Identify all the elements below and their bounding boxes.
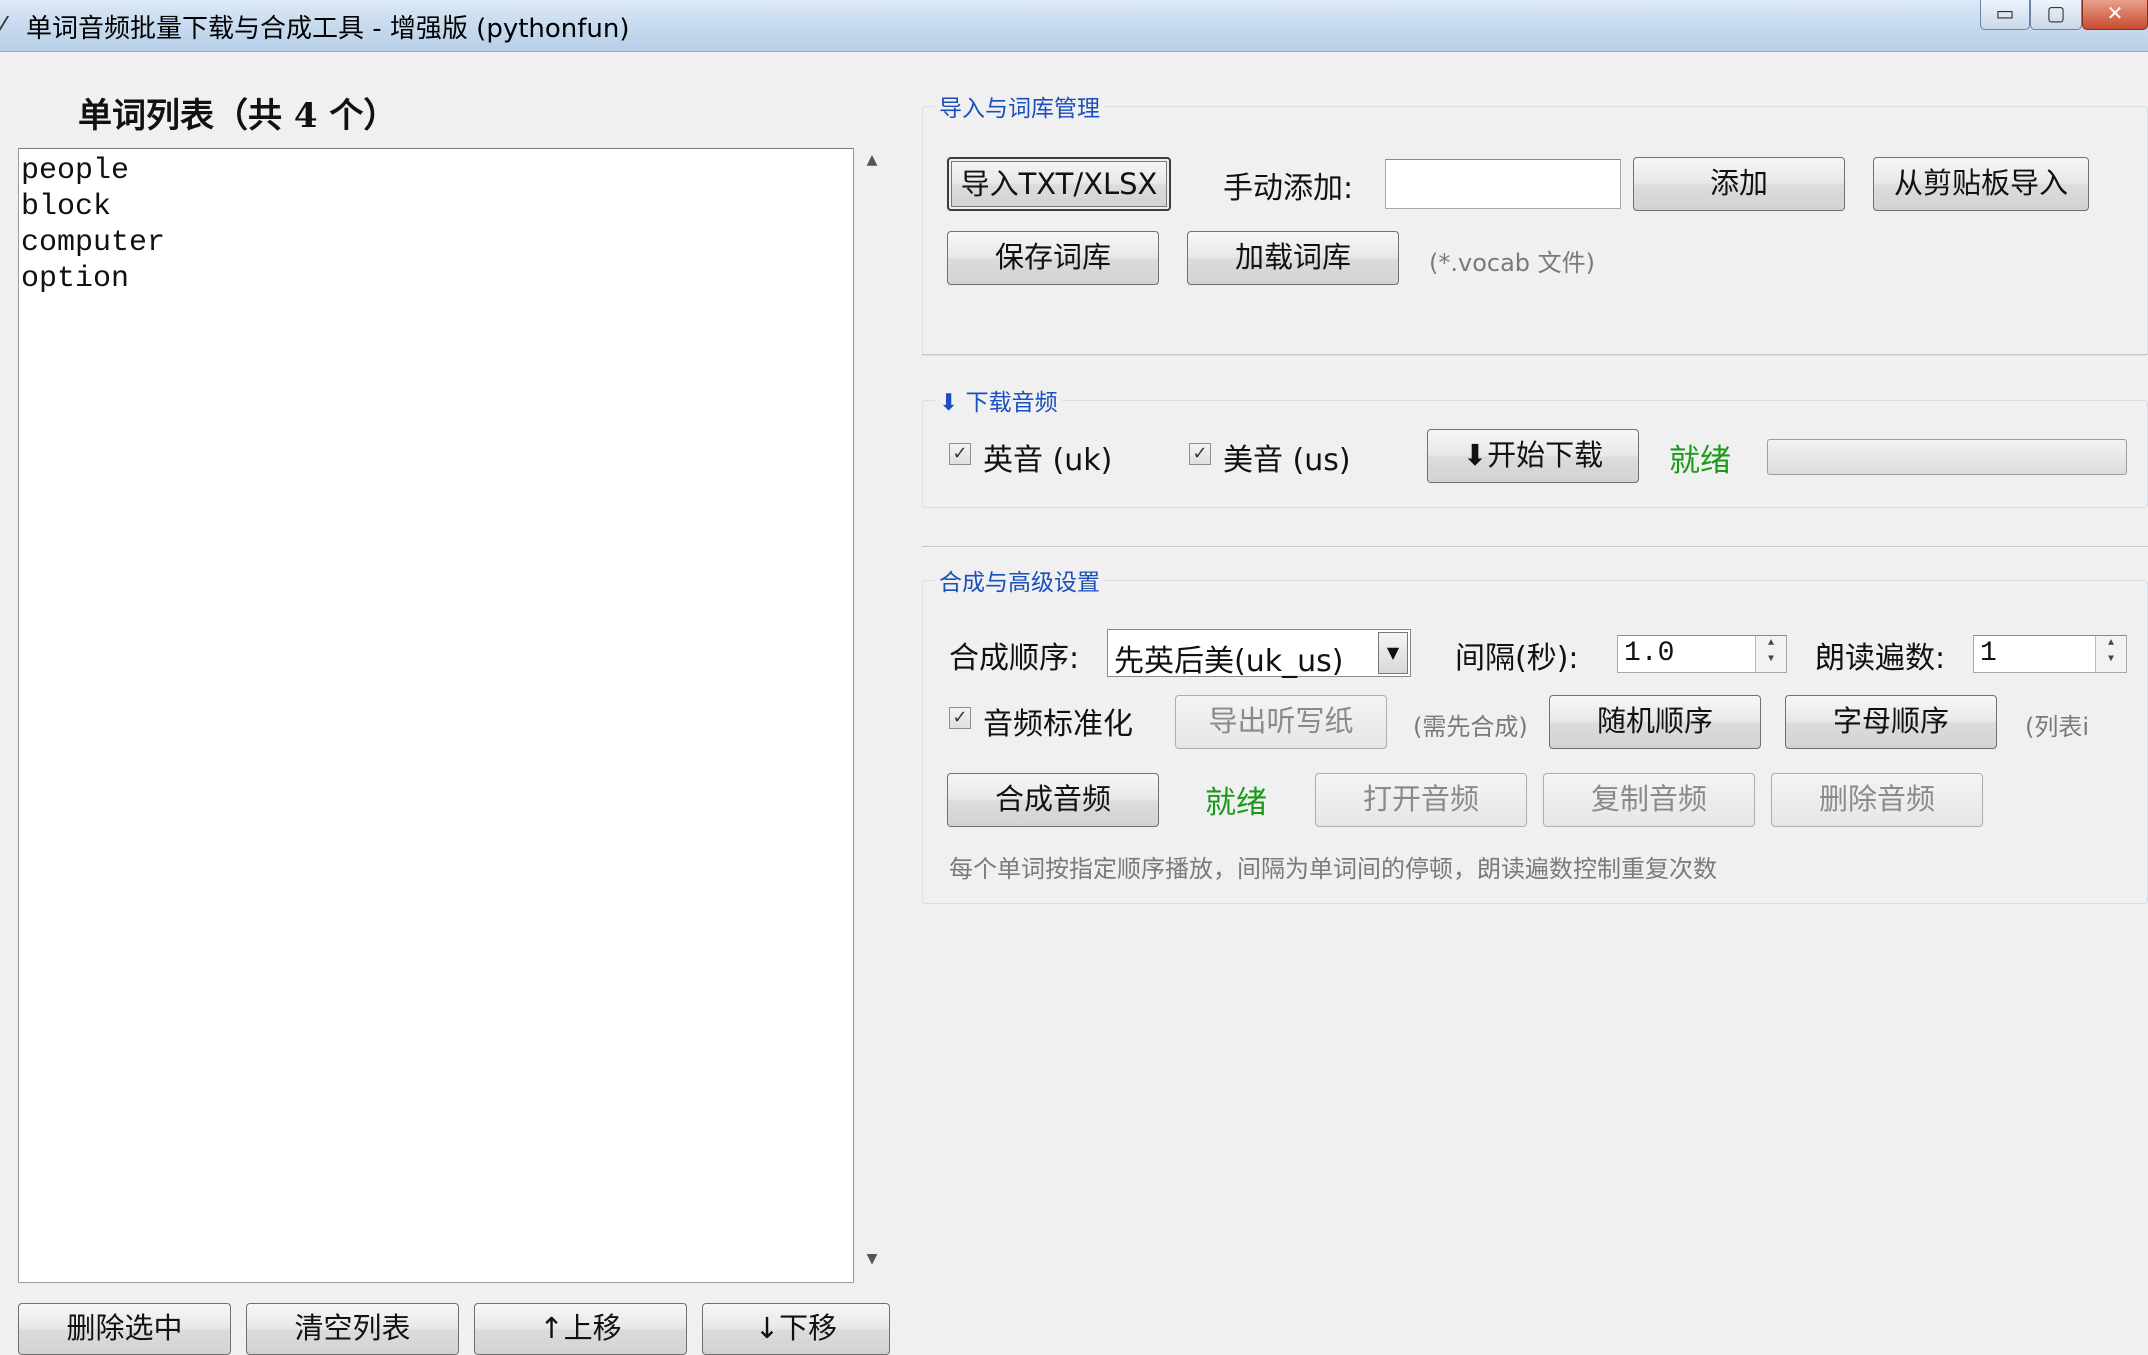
maximize-button[interactable]: ▢ xyxy=(2030,0,2082,30)
list-hint: (列表i xyxy=(2025,713,2090,741)
interval-spinbox[interactable]: 1.0 ▲ ▼ xyxy=(1617,635,1787,673)
import-group-title: 导入与词库管理 xyxy=(935,89,1104,123)
repeat-label: 朗读遍数: xyxy=(1815,641,1946,676)
vocab-file-hint: (*.vocab 文件) xyxy=(1429,249,1596,277)
help-text: 每个单词按指定顺序播放，间隔为单词间的停顿，朗读遍数控制重复次数 xyxy=(949,855,1717,883)
delete-audio-button[interactable]: 删除音频 xyxy=(1771,773,1983,827)
random-order-button[interactable]: 随机顺序 xyxy=(1549,695,1761,749)
close-button[interactable]: ✕ xyxy=(2082,0,2148,30)
download-status: 就绪 xyxy=(1669,443,1731,479)
spin-arrows-icon[interactable]: ▲ ▼ xyxy=(1755,636,1786,672)
list-item[interactable]: computer xyxy=(21,225,165,261)
separator xyxy=(922,354,2148,355)
order-label: 合成顺序: xyxy=(949,641,1080,676)
move-up-button[interactable]: ↑上移 xyxy=(474,1303,687,1355)
minimize-button[interactable]: ▭ xyxy=(1980,0,2030,30)
uk-checkbox[interactable]: ✓ xyxy=(949,443,971,465)
export-dictation-button[interactable]: 导出听写纸 xyxy=(1175,695,1387,749)
word-list-title: 单词列表（共 4 个） xyxy=(78,96,398,136)
synthesis-status: 就绪 xyxy=(1205,785,1267,821)
import-txt-xlsx-button[interactable]: 导入TXT/XLSX xyxy=(947,157,1171,211)
normalize-checkbox[interactable]: ✓ xyxy=(949,707,971,729)
manual-add-input[interactable] xyxy=(1385,159,1621,209)
manual-add-label: 手动添加: xyxy=(1223,171,1354,206)
start-download-button[interactable]: ⬇开始下载 xyxy=(1427,429,1639,483)
scroll-up-arrow-icon[interactable]: ▲ xyxy=(854,152,890,182)
us-checkbox[interactable]: ✓ xyxy=(1189,443,1211,465)
alphabetical-order-button[interactable]: 字母顺序 xyxy=(1785,695,1997,749)
app-icon: ⁄ xyxy=(0,12,5,42)
list-item[interactable]: option xyxy=(21,261,129,297)
import-group: 导入与词库管理 导入TXT/XLSX 手动添加: 添加 从剪贴板导入 保存词库 … xyxy=(922,89,2148,356)
copy-audio-button[interactable]: 复制音频 xyxy=(1543,773,1755,827)
download-group-title: ⬇ 下载音频 xyxy=(935,383,1062,417)
move-down-button[interactable]: ↓下移 xyxy=(702,1303,890,1355)
repeat-value: 1 xyxy=(1980,638,1997,669)
us-label: 美音 (us) xyxy=(1223,443,1351,478)
normalize-label: 音频标准化 xyxy=(983,707,1133,742)
synthesis-group: 合成与高级设置 合成顺序: 先英后美(uk_us) ▼ 间隔(秒): 1.0 ▲… xyxy=(922,563,2148,904)
window-title: 单词音频批量下载与合成工具 - 增强版 (pythonfun) xyxy=(26,14,630,44)
download-group: ⬇ 下载音频 ✓ 英音 (uk) ✓ 美音 (us) ⬇开始下载 就绪 xyxy=(922,383,2148,508)
add-button[interactable]: 添加 xyxy=(1633,157,1845,211)
download-progress-bar xyxy=(1767,439,2127,475)
open-audio-button[interactable]: 打开音频 xyxy=(1315,773,1527,827)
word-list[interactable]: people block computer option xyxy=(18,148,854,1283)
separator xyxy=(922,546,2148,547)
list-item[interactable]: block xyxy=(21,189,111,225)
word-list-scrollbar[interactable]: ▲ ▼ xyxy=(854,148,890,1283)
list-item[interactable]: people xyxy=(21,153,129,189)
scroll-down-arrow-icon[interactable]: ▼ xyxy=(854,1251,890,1281)
save-vocab-button[interactable]: 保存词库 xyxy=(947,231,1159,285)
interval-label: 间隔(秒): xyxy=(1455,641,1579,676)
interval-value: 1.0 xyxy=(1624,638,1675,669)
order-select[interactable]: 先英后美(uk_us) ▼ xyxy=(1107,629,1411,679)
title-bar: ⁄ 单词音频批量下载与合成工具 - 增强版 (pythonfun) ▭ ▢ ✕ xyxy=(0,0,2148,52)
import-from-clipboard-button[interactable]: 从剪贴板导入 xyxy=(1873,157,2089,211)
synthesize-audio-button[interactable]: 合成音频 xyxy=(947,773,1159,827)
chevron-down-icon[interactable]: ▼ xyxy=(1378,632,1408,674)
repeat-spinbox[interactable]: 1 ▲ ▼ xyxy=(1973,635,2127,673)
spin-arrows-icon[interactable]: ▲ ▼ xyxy=(2095,636,2126,672)
load-vocab-button[interactable]: 加载词库 xyxy=(1187,231,1399,285)
clear-list-button[interactable]: 清空列表 xyxy=(246,1303,459,1355)
order-select-value: 先英后美(uk_us) xyxy=(1114,644,1344,679)
uk-label: 英音 (uk) xyxy=(983,443,1113,478)
export-hint: (需先合成) xyxy=(1413,713,1528,741)
synthesis-group-title: 合成与高级设置 xyxy=(935,563,1104,597)
delete-selected-button[interactable]: 删除选中 xyxy=(18,1303,231,1355)
